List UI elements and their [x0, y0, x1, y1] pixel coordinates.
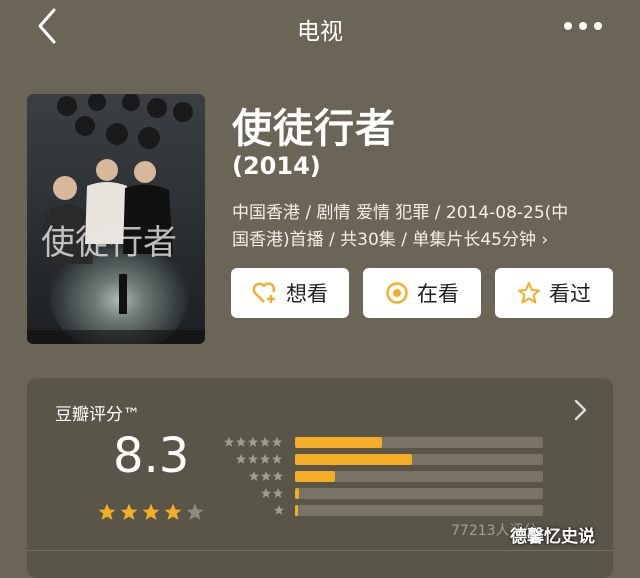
rating-bar-track [295, 454, 543, 465]
want-to-watch-label: 想看 [286, 282, 328, 306]
rating-row-2-star [223, 487, 553, 499]
rating-score: 8.3 [113, 428, 190, 484]
rating-bar-fill [295, 505, 298, 516]
star-small-icon [261, 488, 272, 498]
target-circle-icon [386, 282, 408, 304]
rating-bar-fill [295, 471, 335, 482]
star-small-icon [272, 437, 282, 447]
rating-bar-track [295, 471, 543, 482]
star-outline-icon [518, 282, 540, 304]
star-group [273, 504, 285, 516]
rating-bar-track [295, 488, 543, 499]
meta-line-2: 国香港)首播 / 共30集 / 单集片长45分钟 › [232, 227, 614, 254]
show-meta[interactable]: 中国香港 / 剧情 爱情 犯罪 / 2014-08-25(中 国香港)首播 / … [232, 200, 614, 254]
rating-row-1-star [223, 504, 553, 516]
rating-stars [97, 502, 205, 522]
star-small-icon [248, 471, 259, 481]
star-group [260, 487, 284, 499]
star-small-icon [260, 454, 271, 464]
top-bar: 电视 [0, 0, 640, 52]
rating-bar-fill [295, 488, 299, 499]
show-title: 使徒行者 [232, 106, 396, 152]
star-filled-icon [164, 503, 182, 520]
star-group [223, 436, 283, 448]
star-filled-icon [142, 503, 160, 520]
rating-card[interactable]: 豆瓣评分™ 8.3 77213人评分 [27, 378, 613, 578]
want-to-watch-button[interactable]: 想看 [231, 268, 349, 318]
star-small-icon [248, 454, 259, 464]
watching-button[interactable]: 在看 [363, 268, 481, 318]
watched-button[interactable]: 看过 [495, 268, 613, 318]
star-group [235, 453, 283, 465]
star-small-icon [260, 471, 271, 481]
star-small-icon [224, 437, 234, 447]
rating-detail-chevron[interactable] [573, 398, 589, 422]
rating-label: 豆瓣评分™ [55, 405, 140, 425]
star-small-icon [272, 454, 283, 464]
star-small-icon [260, 437, 270, 447]
rating-bar-track [295, 505, 543, 516]
star-empty-icon [186, 503, 204, 520]
heart-plus-icon [252, 282, 276, 303]
star-small-icon [248, 437, 258, 447]
rating-bar-fill [295, 437, 382, 448]
more-button[interactable] [560, 14, 606, 38]
rating-row-3-star [223, 470, 553, 482]
star-small-icon [273, 505, 284, 515]
star-filled-icon [98, 503, 116, 520]
rating-row-5-star [223, 436, 553, 448]
star-group [248, 470, 284, 482]
poster-title-text: 使徒行者 [41, 223, 177, 263]
star-small-icon [236, 437, 246, 447]
rating-bar-fill [295, 454, 412, 465]
chevron-right-icon: › [541, 230, 549, 250]
poster-artwork: 使徒行者 [27, 94, 205, 344]
tv-detail-page: { "header": { "title": "电视", "back_icon"… [0, 0, 640, 578]
star-small-icon [236, 454, 247, 464]
watermark: 德馨忆史说 [510, 527, 595, 547]
rating-bar-track [295, 437, 543, 448]
divider [27, 550, 613, 551]
poster-image[interactable]: 使徒行者 [27, 94, 205, 344]
meta-line-2-text: 国香港)首播 / 共30集 / 单集片长45分钟 [232, 230, 536, 250]
page-title: 电视 [297, 19, 343, 45]
meta-line-1: 中国香港 / 剧情 爱情 犯罪 / 2014-08-25(中 [232, 203, 569, 223]
watching-label: 在看 [417, 282, 459, 306]
chevron-right-icon [574, 399, 587, 421]
watched-label: 看过 [549, 282, 591, 306]
more-dots-icon [564, 22, 602, 30]
star-filled-icon [120, 503, 138, 520]
rating-row-4-star [223, 453, 553, 465]
star-small-icon [273, 488, 284, 498]
show-year: (2014) [232, 152, 321, 180]
star-small-icon [272, 471, 283, 481]
